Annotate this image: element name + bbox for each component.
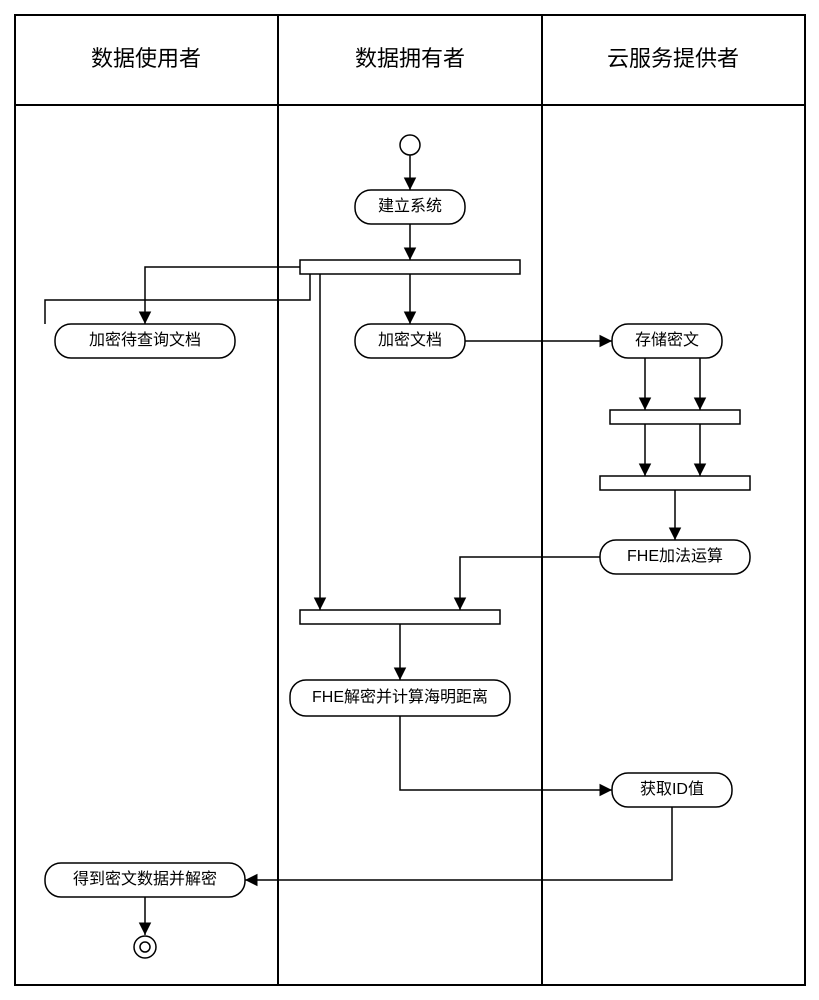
end-node-inner bbox=[140, 942, 150, 952]
join2 bbox=[600, 476, 750, 490]
end-node-outer bbox=[134, 936, 156, 958]
enc-doc-label: 加密文档 bbox=[378, 331, 442, 349]
lane-cloud-label: 云服务提供者 bbox=[607, 46, 739, 71]
join1 bbox=[300, 610, 500, 624]
enc-query-label: 加密待查询文档 bbox=[89, 331, 201, 349]
store-label: 存储密文 bbox=[635, 331, 699, 349]
fhe-dec-label: FHE解密并计算海明距离 bbox=[312, 687, 488, 706]
swimlane-diagram: 数据使用者 数据拥有者 云服务提供者 建立系统 加密待查询文档 加密文档 存储密… bbox=[0, 0, 819, 1000]
lane-owner-label: 数据拥有者 bbox=[355, 46, 465, 71]
fhe-add-label: FHE加法运算 bbox=[627, 546, 723, 565]
fork2 bbox=[610, 410, 740, 424]
get-id-label: 获取ID值 bbox=[640, 780, 704, 798]
result-label: 得到密文数据并解密 bbox=[73, 870, 217, 888]
build-label: 建立系统 bbox=[378, 197, 442, 215]
start-node bbox=[400, 135, 420, 155]
fork1 bbox=[300, 260, 520, 274]
lane-user-label: 数据使用者 bbox=[91, 46, 201, 71]
